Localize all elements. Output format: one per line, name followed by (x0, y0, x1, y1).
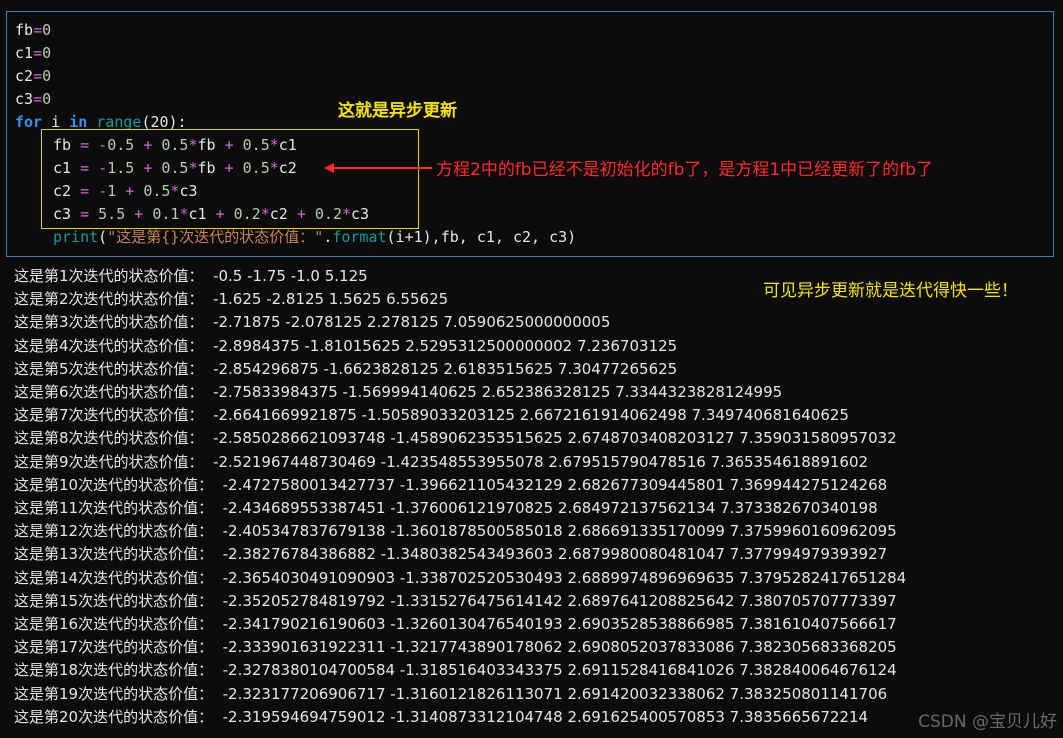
code-line-2: c1=0 (15, 44, 52, 62)
output-line: 这是第1次迭代的状态价值： -0.5 -1.75 -1.0 5.125 (14, 267, 368, 285)
output-line: 这是第10次迭代的状态价值： -2.4727580013427737 -1.39… (14, 475, 888, 494)
output-line: 这是第9次迭代的状态价值： -2.521967448730469 -1.4235… (14, 452, 869, 471)
async-update-highlight-box (41, 129, 419, 229)
conclusion-note: 可见异步更新就是迭代得快一些！ (763, 281, 1018, 301)
output-line: 这是第15次迭代的状态价值： -2.352052784819792 -1.331… (14, 591, 897, 610)
output-line: 这是第8次迭代的状态价值： -2.5850286621093748 -1.458… (14, 429, 897, 448)
output-line: 这是第19次迭代的状态价值： -2.323177206906717 -1.316… (14, 684, 888, 703)
output-line: 这是第7次迭代的状态价值： -2.6641669921875 -1.505890… (14, 406, 849, 425)
output-line: 这是第2次迭代的状态价值： -1.625 -2.8125 1.5625 6.55… (14, 290, 449, 309)
async-update-title: 这就是异步更新 (338, 101, 457, 121)
output-line: 这是第16次迭代的状态价值： -2.341790216190603 -1.326… (14, 615, 897, 633)
output-line: 这是第5次迭代的状态价值： -2.854296875 -1.6623828125… (14, 359, 678, 378)
output-line: 这是第3次迭代的状态价值： -2.71875 -2.078125 2.27812… (14, 313, 611, 332)
code-line-10: print("这是第{}次迭代的状态价值：".format(i+1),fb, c… (53, 228, 577, 246)
output-line: 这是第14次迭代的状态价值： -2.3654030491090903 -1.33… (14, 568, 907, 587)
code-line-3: c2=0 (15, 67, 52, 85)
output-line: 这是第11次迭代的状态价值： -2.434689553387451 -1.376… (14, 499, 878, 517)
csdn-watermark: CSDN @宝贝儿好 (918, 712, 1057, 732)
equation-note: 方程2中的fb已经不是初始化的fb了，是方程1中已经更新了的fb了 (436, 160, 933, 180)
output-line: 这是第20次迭代的状态价值： -2.319594694759012 -1.314… (14, 707, 869, 726)
arrow-left-icon (324, 163, 432, 173)
output-line: 这是第17次迭代的状态价值： -2.333901631922311 -1.321… (14, 638, 897, 657)
output-line: 这是第4次迭代的状态价值： -2.8984375 -1.81015625 2.5… (14, 336, 678, 355)
code-line-1: fb=0 (15, 21, 52, 39)
code-line-4: c3=0 (15, 90, 52, 108)
output-line: 这是第12次迭代的状态价值： -2.405347837679138 -1.360… (14, 522, 897, 541)
output-line: 这是第6次迭代的状态价值： -2.75833984375 -1.56999414… (14, 383, 783, 401)
output-line: 这是第13次迭代的状态价值： -2.38276784386882 -1.3480… (14, 545, 888, 564)
output-line: 这是第18次迭代的状态价值： -2.3278380104700584 -1.31… (14, 661, 897, 680)
